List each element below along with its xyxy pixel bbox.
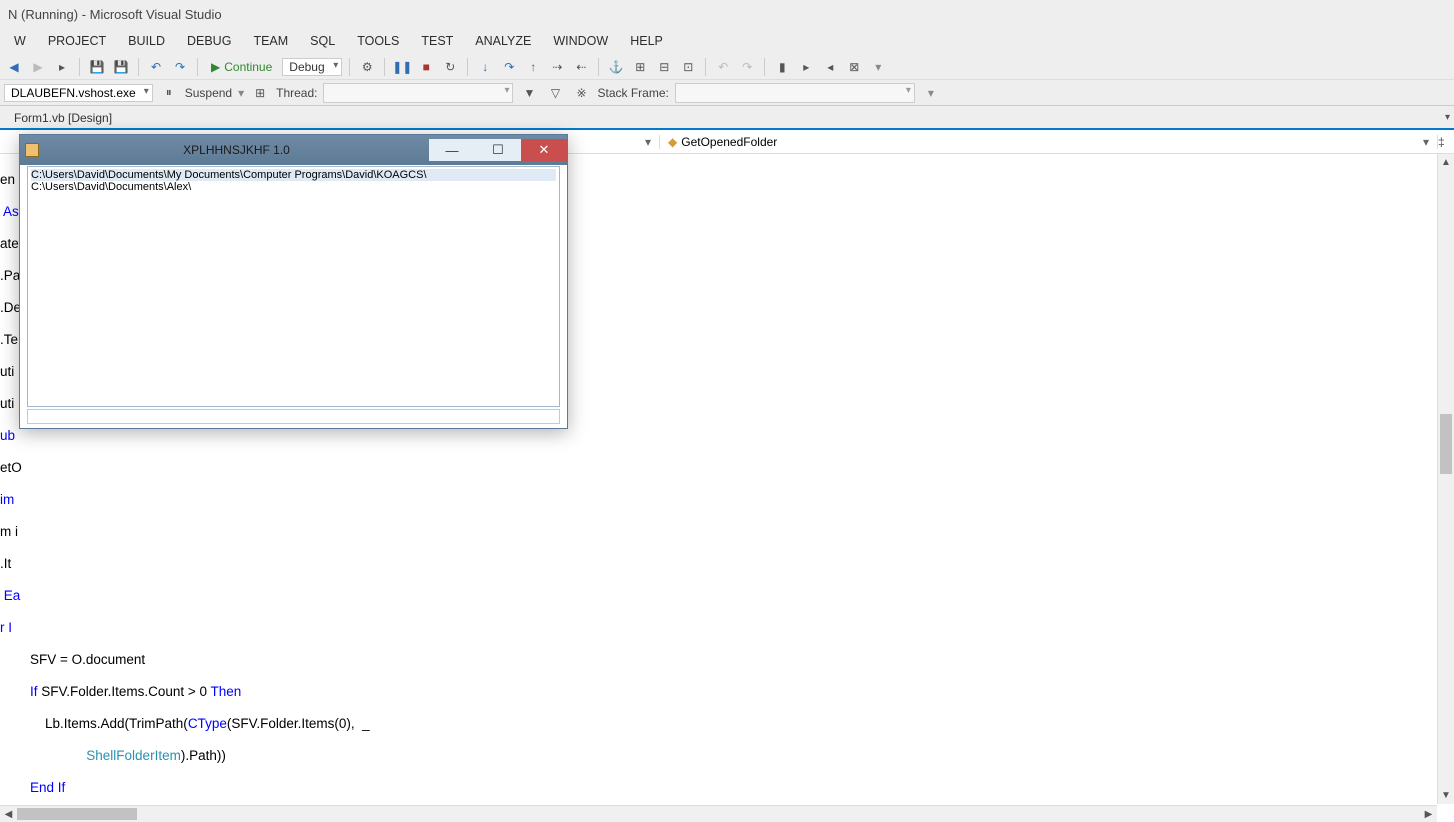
separator [467,58,468,76]
flag-icon[interactable]: ▼ [519,83,539,103]
tool-icon-5: ↶ [713,57,733,77]
tab-form1-design[interactable]: Form1.vb [Design] [4,108,124,128]
stackframe-dropdown[interactable] [675,83,915,103]
separator [705,58,706,76]
separator [79,58,80,76]
toolbar-main: ◀ ▶ ▸ 💾 💾 ↶ ↷ ▶Continue Debug ⚙ ❚❚ ■ ↻ ↓… [0,54,1454,80]
step-into-icon[interactable]: ↓ [475,57,495,77]
minimize-button[interactable]: — [429,139,475,161]
suspend-icon[interactable]: ⏸ [159,83,179,103]
step-icon-2[interactable]: ⇠ [571,57,591,77]
debug-icon[interactable]: ⚙ [357,57,377,77]
separator [138,58,139,76]
threads-icon[interactable]: ※ [571,83,591,103]
menu-test[interactable]: TEST [411,31,463,51]
subwin-titlebar[interactable]: XPLHHNSJKHF 1.0 — ☐ ✕ [20,135,567,165]
step-over-icon[interactable]: ↷ [499,57,519,77]
method-name: GetOpenedFolder [681,135,777,149]
config-dropdown[interactable]: Debug [282,58,342,76]
running-form-window[interactable]: XPLHHNSJKHF 1.0 — ☐ ✕ C:\Users\David\Doc… [19,134,568,429]
subwin-app-icon [20,143,44,157]
bookmark-icon[interactable]: ▮ [772,57,792,77]
continue-label: Continue [224,60,272,74]
scroll-right-icon[interactable]: ▶ [1420,806,1437,822]
tool-icon-4[interactable]: ⊡ [678,57,698,77]
stackframe-label: Stack Frame: [597,86,668,100]
separator [197,58,198,76]
hscroll-thumb[interactable] [17,808,137,820]
menubar: W PROJECT BUILD DEBUG TEAM SQL TOOLS TES… [0,28,1454,54]
nav-back-icon[interactable]: ◀ [4,57,24,77]
thread-icon[interactable]: ⊞ [250,83,270,103]
tool-dd-icon[interactable]: ▾ [868,57,888,77]
bookmark-clear-icon[interactable]: ⊠ [844,57,864,77]
titlebar: N (Running) - Microsoft Visual Studio [0,0,1454,28]
separator [764,58,765,76]
step-icon[interactable]: ⇢ [547,57,567,77]
menu-project[interactable]: PROJECT [38,31,116,51]
scroll-left-icon[interactable]: ◀ [0,806,17,822]
scroll-thumb[interactable] [1440,414,1452,474]
nav-fwd-icon: ▶ [28,57,48,77]
open-icon[interactable]: ▸ [52,57,72,77]
subwin-listbox[interactable]: C:\Users\David\Documents\My Documents\Co… [27,166,560,407]
bookmark-next-icon[interactable]: ▸ [796,57,816,77]
menu-analyze[interactable]: ANALYZE [465,31,541,51]
menu-team[interactable]: TEAM [243,31,298,51]
toolbar2-dd-icon[interactable]: ▾ [921,83,941,103]
step-out-icon[interactable]: ↑ [523,57,543,77]
stop-icon[interactable]: ■ [416,57,436,77]
thread-label: Thread: [276,86,317,100]
flag-icon-2[interactable]: ▽ [545,83,565,103]
menu-debug[interactable]: DEBUG [177,31,241,51]
tab-overflow-icon[interactable]: ▾ [1445,112,1450,123]
menu-sql[interactable]: SQL [300,31,345,51]
save-all-icon[interactable]: 💾 [111,57,131,77]
thread-dropdown[interactable] [323,83,513,103]
method-icon: ◆ [668,135,677,149]
maximize-button[interactable]: ☐ [475,139,521,161]
app-title: N (Running) - Microsoft Visual Studio [8,7,222,22]
restart-icon[interactable]: ↻ [440,57,460,77]
subwin-title: XPLHHNSJKHF 1.0 [44,143,429,157]
nav-method-dropdown[interactable]: ◆ GetOpenedFolder ▾ [660,135,1438,149]
tool-icon-6: ↷ [737,57,757,77]
undo-icon[interactable]: ↶ [146,57,166,77]
pause-icon[interactable]: ❚❚ [392,57,412,77]
tool-icon-2[interactable]: ⊞ [630,57,650,77]
split-icon[interactable]: ‡ [1438,135,1454,149]
menu-w[interactable]: W [4,31,36,51]
close-button[interactable]: ✕ [521,139,567,161]
save-icon[interactable]: 💾 [87,57,107,77]
toolbar-debug: DLAUBEFN.vshost.exe ⏸ Suspend ▾ ⊞ Thread… [0,80,1454,106]
list-item[interactable]: C:\Users\David\Documents\My Documents\Co… [31,169,556,181]
scroll-down-icon[interactable]: ▼ [1438,787,1454,804]
document-tabs: Form1.vb [Design] [0,106,1454,130]
separator [598,58,599,76]
menu-tools[interactable]: TOOLS [347,31,409,51]
subwin-footer-input[interactable] [27,409,560,424]
menu-window[interactable]: WINDOW [543,31,618,51]
continue-button[interactable]: ▶Continue [205,59,278,75]
separator [349,58,350,76]
list-item[interactable]: C:\Users\David\Documents\Alex\ [31,181,556,193]
bookmark-prev-icon[interactable]: ◂ [820,57,840,77]
scroll-up-icon[interactable]: ▲ [1438,154,1454,171]
process-dropdown[interactable]: DLAUBEFN.vshost.exe [4,84,153,102]
vertical-scrollbar[interactable]: ▲ ▼ [1437,154,1454,804]
horizontal-scrollbar[interactable]: ◀ ▶ [0,805,1437,822]
suspend-label: Suspend [185,86,232,100]
menu-build[interactable]: BUILD [118,31,175,51]
tool-icon-3[interactable]: ⊟ [654,57,674,77]
menu-help[interactable]: HELP [620,31,673,51]
separator [384,58,385,76]
redo-icon[interactable]: ↷ [170,57,190,77]
tool-icon[interactable]: ⚓ [606,57,626,77]
